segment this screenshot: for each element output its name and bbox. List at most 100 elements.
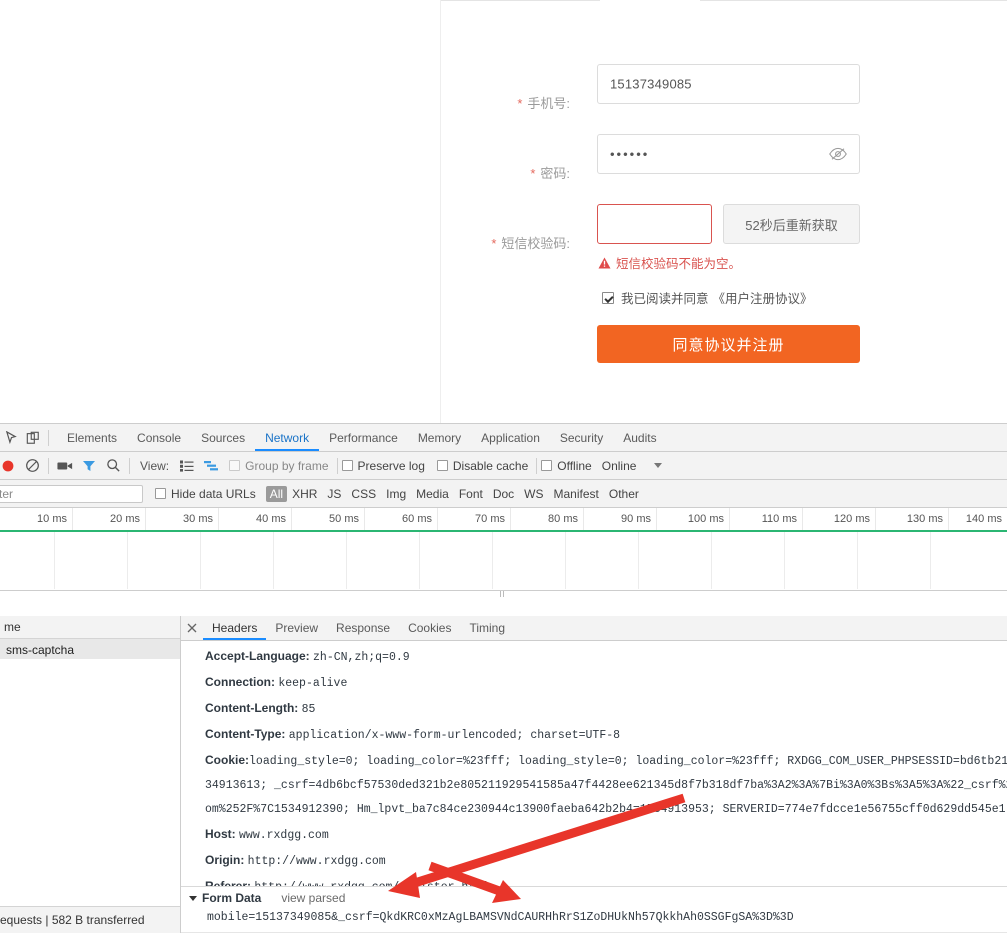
toolbar-divider — [336, 457, 338, 474]
filter-type-all[interactable]: All — [265, 485, 288, 502]
tab-application-label: Application — [481, 430, 540, 445]
agreement-row[interactable]: 我已阅读并同意 《用户注册协议》 — [602, 288, 813, 307]
inspect-element-icon[interactable] — [0, 425, 22, 451]
detail-tab-cookies-label: Cookies — [408, 621, 452, 635]
user-agreement-link[interactable]: 《用户注册协议》 — [713, 288, 813, 307]
request-list-name-column[interactable]: me — [0, 616, 183, 638]
disclosure-triangle-icon[interactable] — [189, 895, 197, 901]
camera-icon[interactable] — [53, 454, 77, 478]
tab-elements[interactable]: Elements — [57, 424, 127, 451]
group-by-frame-label: Group by frame — [245, 458, 329, 473]
registration-page: * 手机号: 15137349085 * 密码: •••••• * 短信校验码: — [0, 0, 1007, 423]
filter-input-text: ter — [0, 486, 14, 501]
list-view-icon[interactable] — [175, 454, 199, 478]
offline-checkbox-row[interactable]: Offline — [541, 458, 592, 473]
timeline-resize-handle[interactable] — [499, 584, 508, 597]
phone-input-value: 15137349085 — [610, 76, 692, 92]
request-list-empty-area — [0, 659, 180, 907]
detail-tab-cookies[interactable]: Cookies — [399, 616, 460, 640]
eye-icon[interactable] — [829, 147, 847, 161]
devtools-panel: Elements Console Sources Network Perform… — [0, 423, 1007, 933]
toggle-device-toolbar-icon[interactable] — [22, 425, 44, 451]
tab-security-label: Security — [559, 430, 604, 445]
header-name: Cookie: — [205, 753, 250, 767]
detail-tab-response[interactable]: Response — [327, 616, 399, 640]
filter-type-ws[interactable]: WS — [519, 487, 548, 501]
tab-audits[interactable]: Audits — [613, 424, 666, 451]
offline-checkbox[interactable] — [541, 460, 553, 471]
submit-register-button[interactable]: 同意协议并注册 — [597, 325, 860, 363]
preserve-log-checkbox-row[interactable]: Preserve log — [341, 459, 425, 473]
tab-sources[interactable]: Sources — [191, 424, 255, 451]
request-headers-list: Accept-Language: zh-CN,zh;q=0.9 Connecti… — [181, 640, 1007, 887]
screenshot-root: * 手机号: 15137349085 * 密码: •••••• * 短信校验码: — [0, 0, 1007, 933]
devtools-tabbar: Elements Console Sources Network Perform… — [0, 424, 1007, 452]
filter-type-js[interactable]: JS — [322, 487, 346, 501]
tab-application[interactable]: Application — [471, 424, 550, 451]
header-value: 85 — [301, 703, 316, 716]
phone-input[interactable]: 15137349085 — [597, 64, 860, 104]
header-name: Connection: — [205, 675, 275, 689]
toolbar-divider — [536, 457, 538, 474]
throttling-select[interactable]: Online — [602, 459, 663, 473]
filter-type-other[interactable]: Other — [604, 487, 644, 501]
close-detail-icon[interactable] — [181, 616, 203, 640]
filter-type-xhr[interactable]: XHR — [287, 487, 322, 501]
filter-funnel-icon[interactable] — [77, 454, 101, 478]
tab-console[interactable]: Console — [127, 424, 191, 451]
header-name: Host: — [205, 827, 236, 841]
detail-tab-headers[interactable]: Headers — [203, 616, 266, 640]
clear-no-entry-icon[interactable] — [20, 454, 44, 478]
group-by-frame-checkbox-row[interactable]: Group by frame — [229, 458, 329, 473]
disable-cache-checkbox[interactable] — [436, 460, 448, 471]
disable-cache-checkbox-row[interactable]: Disable cache — [436, 459, 528, 473]
page-left-border — [440, 0, 441, 423]
filter-input[interactable]: ter — [0, 484, 143, 503]
search-magnifier-icon[interactable] — [101, 454, 125, 478]
network-status-text: equests | 582 B transferred — [0, 913, 145, 927]
hide-data-urls-row[interactable]: Hide data URLs — [155, 487, 256, 501]
resend-code-button[interactable]: 52秒后重新获取 — [723, 204, 860, 244]
detail-tab-timing[interactable]: Timing — [460, 616, 514, 640]
timeline-ruler: 10 ms 20 ms 30 ms 40 ms 50 ms 60 ms 70 m… — [0, 508, 1007, 530]
tab-memory[interactable]: Memory — [408, 424, 471, 451]
tab-performance[interactable]: Performance — [319, 424, 408, 451]
cookie-value-line-2: 34913613; _csrf=4db6bcf57530ded321b2e805… — [205, 779, 1007, 792]
network-timeline-overview[interactable]: 10 ms 20 ms 30 ms 40 ms 50 ms 60 ms 70 m… — [0, 508, 1007, 597]
filter-type-manifest[interactable]: Manifest — [549, 487, 604, 501]
request-list-row[interactable]: sms-captcha — [0, 639, 180, 660]
agreement-checkbox[interactable] — [602, 291, 614, 304]
group-by-frame-checkbox[interactable] — [229, 460, 241, 471]
header-row-cookie: Cookie:loading_style=0; loading_color=%2… — [181, 748, 1007, 822]
header-row: Accept-Language: zh-CN,zh;q=0.9 — [181, 644, 1007, 670]
sms-code-input[interactable] — [597, 204, 712, 244]
hide-data-urls-checkbox[interactable] — [155, 488, 166, 499]
sms-error-message: 短信校验码不能为空。 — [598, 253, 741, 272]
offline-label: Offline — [557, 458, 592, 473]
filter-type-media[interactable]: Media — [411, 487, 454, 501]
password-input-value: •••••• — [610, 146, 650, 162]
waterfall-view-icon[interactable] — [199, 454, 223, 478]
tab-security[interactable]: Security — [550, 424, 613, 451]
view-parsed-link[interactable]: view parsed — [281, 891, 345, 905]
cookie-value-line-3: om%252F%7C1534912390; Hm_lpvt_ba7c84ce23… — [205, 803, 1007, 816]
form-data-header[interactable]: Form Data view parsed — [181, 887, 1007, 909]
header-row: Connection: keep-alive — [181, 670, 1007, 696]
filter-type-doc[interactable]: Doc — [488, 487, 519, 501]
tab-network[interactable]: Network — [255, 424, 319, 451]
timeline-tick: 90 ms — [584, 508, 657, 530]
header-row: Content-Type: application/x-www-form-url… — [181, 722, 1007, 748]
preserve-log-checkbox[interactable] — [341, 460, 353, 471]
page-top-edge-left — [440, 0, 600, 1]
record-circle-icon[interactable] — [0, 454, 20, 478]
filter-type-font[interactable]: Font — [454, 487, 488, 501]
filter-type-css[interactable]: CSS — [346, 487, 381, 501]
view-label: View: — [140, 458, 170, 473]
tab-performance-label: Performance — [329, 430, 398, 445]
detail-tab-headers-label: Headers — [212, 621, 258, 635]
chevron-down-icon[interactable] — [654, 463, 663, 468]
password-input[interactable]: •••••• — [597, 134, 860, 174]
required-asterisk: * — [530, 166, 536, 181]
filter-type-img[interactable]: Img — [381, 487, 411, 501]
detail-tab-preview[interactable]: Preview — [266, 616, 327, 640]
